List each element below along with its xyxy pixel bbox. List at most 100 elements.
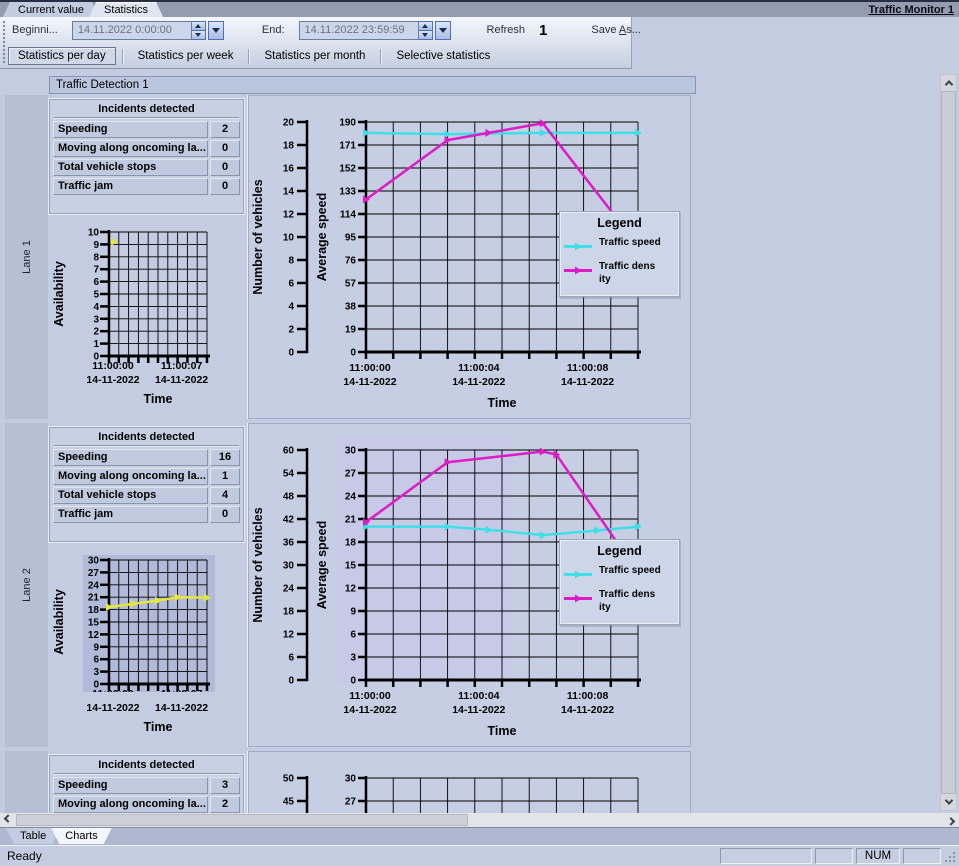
scroll-down-button[interactable] [941,794,956,810]
tab-current-value[interactable]: Current value [3,2,99,17]
tab-charts-label: Charts [65,830,97,842]
begin-date-dropdown-button[interactable] [208,21,224,40]
lane-row-2: Lane 2Incidents detectedSpeeding16Moving… [5,423,959,747]
traffic-monitor-link[interactable]: Traffic Monitor 1 [868,4,954,16]
svg-text:Time: Time [144,720,173,734]
svg-text:36: 36 [283,538,295,549]
svg-text:9: 9 [93,240,99,251]
end-date-field: 14.11.2022 23:59:59 [299,21,451,40]
statistics-per-month-button[interactable]: Statistics per month [255,48,374,64]
svg-text:11:00:00: 11:00:00 [92,688,134,700]
svg-text:76: 76 [345,256,357,267]
scroll-left-button[interactable] [0,813,16,827]
separator [122,49,123,64]
legend-title: Legend [560,544,679,558]
tab-table-label: Table [20,830,46,842]
spinner-up-button[interactable] [419,22,432,30]
end-date-dropdown-button[interactable] [435,21,451,40]
status-bar: Ready NUM [0,845,959,866]
incident-value: 2 [210,796,240,813]
begin-date-input[interactable]: 14.11.2022 0:00:00 [72,21,192,40]
statistics-per-week-button[interactable]: Statistics per week [129,48,243,64]
svg-text:6: 6 [288,279,294,290]
incident-row: Moving along oncoming la...1 [53,468,240,485]
toolbar-drag-handle[interactable] [2,20,7,65]
incident-name: Moving along oncoming la... [53,796,208,813]
main-chart-panel: 02468101214161820Number of vehicles01938… [248,95,691,419]
svg-text:95: 95 [345,233,357,244]
scroll-right-button[interactable] [943,813,959,827]
spinner-up-button[interactable] [192,22,205,30]
availability-chart[interactable]: 036912151821242730Availability11:00:0011… [49,546,241,742]
selective-statistics-button[interactable]: Selective statistics [387,48,499,64]
svg-text:15: 15 [345,561,357,572]
begin-date-spinner [192,21,206,40]
svg-text:27: 27 [88,568,100,579]
incidents-title: Incidents detected [50,756,243,773]
resize-grip[interactable] [943,848,957,864]
legend-entry-label: Traffic density [599,260,655,286]
svg-text:3: 3 [350,653,356,664]
title-separator [54,445,239,447]
top-tab-bar: Current value Statistics Traffic Monitor… [0,0,959,17]
dropdown-arrow-icon [212,28,220,33]
vertical-scrollbar[interactable] [940,74,957,811]
incident-value: 16 [210,449,240,466]
tab-charts[interactable]: Charts [51,828,111,844]
incident-name: Total vehicle stops [53,159,208,176]
svg-text:30: 30 [283,561,295,572]
vertical-scroll-thumb[interactable] [941,91,956,794]
tab-table[interactable]: Table [6,828,60,844]
svg-text:24: 24 [345,492,357,503]
end-date-input[interactable]: 14.11.2022 23:59:59 [299,21,419,40]
svg-text:14-11-2022: 14-11-2022 [86,374,139,386]
horizontal-scroll-track[interactable] [16,813,943,827]
svg-text:12: 12 [283,210,295,221]
availability-chart[interactable]: 012345678910Availability11:00:0014-11-20… [49,218,241,414]
svg-text:6: 6 [93,655,99,666]
svg-text:15: 15 [88,618,100,629]
incident-name: Speeding [53,777,208,794]
incidents-panel: Incidents detectedSpeeding2Moving along … [49,99,244,214]
svg-text:Availability: Availability [52,589,66,655]
svg-text:14-11-2022: 14-11-2022 [561,704,614,716]
end-label: End: [262,24,285,36]
legend-line-icon [564,238,594,256]
spinner-down-button[interactable] [192,30,205,39]
tab-statistics[interactable]: Statistics [89,2,163,17]
svg-text:5: 5 [93,290,99,301]
scroll-up-button[interactable] [941,75,956,91]
vertical-scroll-track[interactable] [941,91,956,794]
incident-value: 0 [210,506,240,523]
svg-text:18: 18 [283,141,295,152]
main-chart-panel: 05101520253035404550Number of vehicles03… [248,751,691,813]
horizontal-scrollbar[interactable] [0,813,959,827]
svg-text:18: 18 [88,605,100,616]
svg-text:133: 133 [339,187,356,198]
incident-value: 4 [210,487,240,504]
legend: LegendTraffic speedTraffic density [559,211,680,297]
statistics-per-day-button[interactable]: Statistics per day [8,47,116,65]
legend-entry-label: Traffic speed [599,236,661,249]
incident-name: Speeding [53,449,208,466]
incidents-title: Incidents detected [50,428,243,445]
refresh-button[interactable]: Refresh [487,24,526,36]
svg-text:190: 190 [339,118,356,129]
status-message: Ready [7,849,42,863]
incident-row: Traffic jam0 [53,178,240,195]
spinner-down-button[interactable] [419,30,432,39]
horizontal-scroll-thumb[interactable] [16,814,468,826]
incident-name: Moving along oncoming la... [53,140,208,157]
svg-text:114: 114 [340,210,357,221]
svg-text:50: 50 [283,774,295,785]
incident-value: 0 [210,178,240,195]
separator [248,49,249,64]
main-chart[interactable]: 05101520253035404550Number of vehicles03… [249,752,690,813]
save-as-button[interactable]: Save As... [591,24,641,36]
svg-text:1: 1 [93,339,99,350]
incident-row: Total vehicle stops0 [53,159,240,176]
svg-text:24: 24 [283,584,295,595]
triangle-down-icon [195,33,201,37]
statistics-button-row: Statistics per day Statistics per week S… [0,43,631,68]
status-pane [720,848,812,864]
